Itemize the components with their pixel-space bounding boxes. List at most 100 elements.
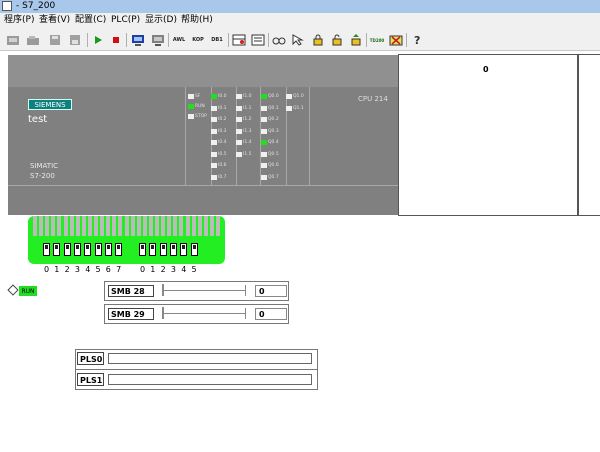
- smb28-slider-track[interactable]: [163, 290, 245, 294]
- terminal-tooth: [94, 216, 98, 236]
- pointer-icon[interactable]: [290, 32, 306, 48]
- terminal-tooth: [75, 216, 80, 236]
- run-icon[interactable]: [91, 32, 105, 48]
- menu-help[interactable]: 帮助(H): [181, 15, 213, 26]
- simatic-label: SIMATIC S7-200: [30, 161, 58, 181]
- input-byte1-led: [236, 128, 242, 134]
- input-byte0-switch[interactable]: [73, 243, 81, 256]
- app-icon: [2, 1, 12, 11]
- input-byte1-led-label: I1.4: [243, 140, 252, 145]
- toolbar-separator: [268, 33, 269, 47]
- input-byte1-led-label: I1.5: [243, 151, 252, 157]
- menu-view[interactable]: 查看(V): [39, 15, 70, 26]
- menu-plc[interactable]: PLC(P): [111, 15, 140, 26]
- toolbar-separator: [228, 33, 229, 47]
- input-byte1-switch[interactable]: [149, 243, 157, 256]
- divider: [286, 87, 287, 185]
- siemens-logo: SIEMENS: [28, 99, 72, 110]
- output-byte0-led-label: Q0.7: [268, 174, 279, 180]
- status-icon[interactable]: [250, 32, 266, 48]
- help-icon[interactable]: ?: [410, 32, 424, 48]
- smb28-slider-thumb[interactable]: [162, 284, 164, 296]
- monitor-icon[interactable]: [130, 32, 146, 48]
- pls0-row: PLS0: [76, 350, 316, 368]
- output-byte1-led: [286, 105, 292, 111]
- pls0-bar: [108, 353, 312, 364]
- state-table-icon[interactable]: [231, 32, 247, 48]
- input-byte1-switch[interactable]: [190, 243, 198, 256]
- input-byte0-switch-number: 7: [116, 265, 122, 274]
- input-byte1-switch-number: 5: [191, 265, 197, 274]
- toolbar-separator: [366, 33, 367, 47]
- db1-button[interactable]: DB1: [209, 32, 225, 48]
- menu-display[interactable]: 显示(D): [145, 15, 177, 26]
- input-byte1-switch[interactable]: [169, 243, 177, 256]
- new-icon[interactable]: [5, 32, 21, 48]
- input-byte0-switch[interactable]: [84, 243, 92, 256]
- input-byte0-led-label: I0.1: [218, 105, 227, 111]
- input-byte0-switch-number: 3: [74, 265, 80, 274]
- input-byte0-led-label: I0.0: [218, 94, 227, 99]
- input-byte0-led: [211, 128, 217, 134]
- save-icon[interactable]: [47, 32, 63, 48]
- input-byte0-switch-number: 2: [64, 265, 70, 274]
- input-byte0-led-label: I0.5: [218, 151, 227, 157]
- output-byte1-led-label: Q1.0: [293, 94, 304, 99]
- awl-button[interactable]: AWL: [171, 32, 187, 48]
- smb28-label: SMB 28: [108, 285, 154, 297]
- terminal-tooth: [124, 216, 129, 236]
- open-icon[interactable]: [25, 32, 41, 48]
- terminal-tooth: [51, 216, 56, 236]
- up-lock-icon[interactable]: [348, 32, 364, 48]
- status-led-label: STOP: [195, 114, 207, 119]
- input-byte0-led: [211, 140, 217, 145]
- smb28-value[interactable]: 0: [255, 285, 287, 297]
- terminal-tooth: [33, 216, 37, 236]
- smb29-slider-thumb[interactable]: [162, 307, 164, 319]
- input-byte0-switch[interactable]: [53, 243, 61, 256]
- toolbar-separator: [126, 33, 127, 47]
- menu-program[interactable]: 程序(P): [4, 15, 34, 26]
- input-byte0-switch[interactable]: [43, 243, 50, 256]
- terminal-tooth: [155, 216, 159, 236]
- input-byte0-switch[interactable]: [115, 243, 123, 256]
- smb28-row: SMB 28 0: [104, 281, 289, 301]
- input-byte0-switch-number: 0: [44, 265, 50, 274]
- smb29-value[interactable]: 0: [255, 308, 287, 320]
- input-byte1-switch-number: 4: [181, 265, 187, 274]
- menu-bar: 程序(P) 查看(V) 配置(C) PLC(P) 显示(D) 帮助(H): [0, 13, 600, 29]
- stop-icon[interactable]: [109, 32, 123, 48]
- divider: [8, 185, 398, 186]
- menu-config[interactable]: 配置(C): [75, 15, 106, 26]
- pls-divider: [76, 369, 317, 370]
- output-byte0-led: [261, 151, 267, 157]
- save-as-icon[interactable]: [67, 32, 83, 48]
- input-byte0-switch-number: 1: [54, 265, 60, 274]
- input-byte0-switch-number: 6: [105, 265, 111, 274]
- input-byte1-switch[interactable]: [159, 243, 167, 256]
- tools-icon[interactable]: [388, 32, 404, 48]
- output-byte0-led: [261, 105, 267, 111]
- input-byte0-led: [211, 105, 217, 111]
- input-byte0-led: [211, 151, 217, 157]
- input-byte0-switch[interactable]: [63, 243, 71, 256]
- output-byte1-led-label: Q1.1: [293, 105, 304, 111]
- terminal-tooth: [142, 216, 147, 236]
- tp-button[interactable]: TD200: [369, 32, 385, 48]
- lock-icon[interactable]: [310, 32, 326, 48]
- program-icon[interactable]: [150, 32, 166, 48]
- input-byte0-led: [211, 94, 217, 99]
- run-mode-icon[interactable]: [7, 284, 19, 296]
- unlock-icon[interactable]: [329, 32, 345, 48]
- smb29-slider-track[interactable]: [163, 313, 245, 317]
- input-byte1-switch[interactable]: [139, 243, 146, 256]
- input-byte1-switch[interactable]: [180, 243, 188, 256]
- kop-button[interactable]: KOP: [190, 32, 206, 48]
- input-byte0-switch[interactable]: [94, 243, 102, 256]
- input-byte0-switch-number: 5: [95, 265, 101, 274]
- input-byte0-led-label: I0.6: [218, 163, 227, 168]
- glasses-icon[interactable]: [271, 32, 287, 48]
- terminal-tooth: [69, 216, 74, 236]
- terminal-tooth: [161, 216, 166, 236]
- input-byte0-switch[interactable]: [104, 243, 112, 256]
